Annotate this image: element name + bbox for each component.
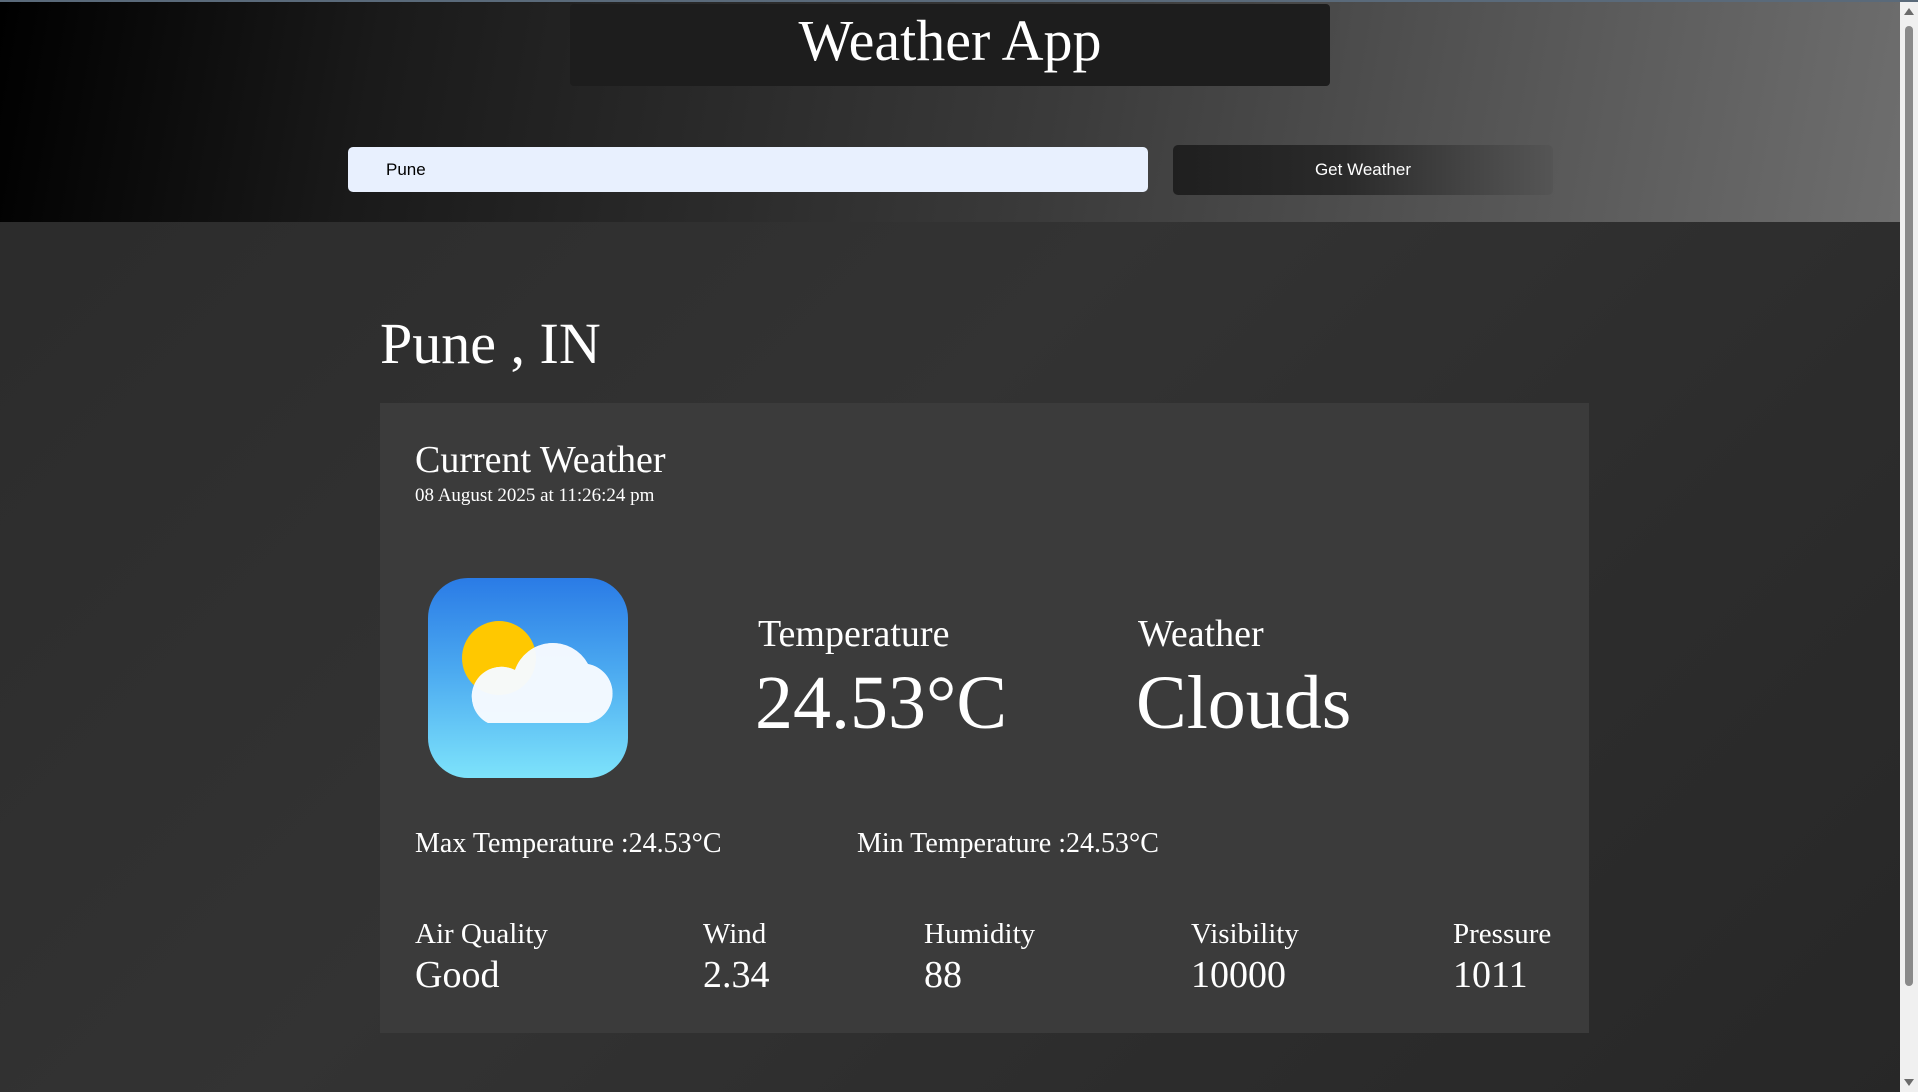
current-weather-heading: Current Weather — [415, 439, 666, 481]
air-quality-label: Air Quality — [415, 918, 548, 950]
visibility-value: 10000 — [1191, 954, 1286, 996]
temperature-label: Temperature — [758, 613, 950, 655]
humidity-value: 88 — [924, 954, 962, 996]
weather-card: Current Weather 08 August 2025 at 11:26:… — [380, 403, 1589, 1033]
header-bar: Weather App Get Weather — [0, 2, 1900, 222]
air-quality-value: Good — [415, 954, 500, 996]
get-weather-button[interactable]: Get Weather — [1173, 145, 1553, 195]
wind-label: Wind — [703, 918, 767, 950]
vertical-scrollbar[interactable] — [1900, 2, 1918, 1092]
weather-value: Clouds — [1136, 661, 1352, 745]
city-heading: Pune , IN — [380, 311, 601, 376]
scrollbar-thumb[interactable] — [1905, 26, 1913, 986]
weather-label: Weather — [1138, 613, 1264, 655]
wind-value: 2.34 — [703, 954, 770, 996]
scroll-up-arrow-icon[interactable] — [1904, 8, 1914, 15]
max-temperature: Max Temperature :24.53°C — [415, 828, 722, 859]
humidity-label: Humidity — [924, 918, 1036, 950]
city-search-input[interactable] — [348, 147, 1148, 192]
visibility-label: Visibility — [1191, 918, 1299, 950]
app-title: Weather App — [798, 8, 1102, 73]
current-datetime: 08 August 2025 at 11:26:24 pm — [415, 485, 655, 506]
partly-cloudy-icon — [428, 578, 628, 778]
min-temperature: Min Temperature :24.53°C — [857, 828, 1159, 859]
page: Weather App Get Weather Pune , IN Curren… — [0, 0, 1918, 1092]
scroll-down-arrow-icon[interactable] — [1904, 1079, 1914, 1086]
temperature-value: 24.53°C — [755, 661, 1008, 745]
app-title-box: Weather App — [570, 4, 1330, 86]
pressure-value: 1011 — [1453, 954, 1528, 996]
pressure-label: Pressure — [1453, 918, 1552, 950]
